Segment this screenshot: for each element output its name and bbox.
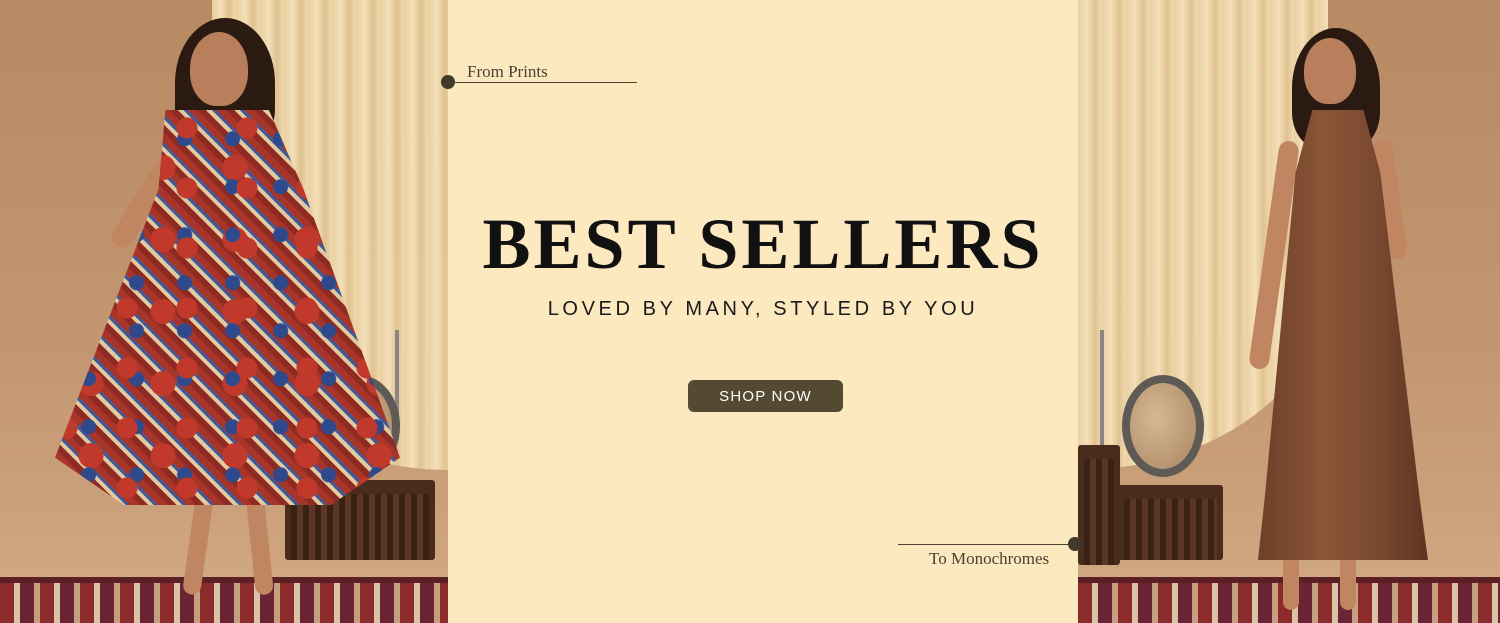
mirror <box>1122 375 1204 477</box>
banner-subtitle: LOVED BY MANY, STYLED BY YOU <box>547 298 979 320</box>
side-table <box>1118 485 1223 560</box>
center-panel: From Prints BEST SELLERS LOVED BY MANY, … <box>441 0 1082 623</box>
tag-from-prints: From Prints <box>467 62 548 81</box>
right-model-image[interactable] <box>1078 0 1500 623</box>
shop-now-button[interactable]: SHOP NOW <box>688 380 843 412</box>
tag-line-left <box>448 82 637 83</box>
carpet <box>0 577 448 623</box>
candle-stand <box>1100 330 1104 450</box>
tag-dot-right <box>1068 537 1082 551</box>
side-cabinet <box>1078 445 1120 565</box>
banner-title: BEST SELLERS <box>482 204 1044 284</box>
left-model-image[interactable] <box>0 0 448 623</box>
hero-banner[interactable]: From Prints BEST SELLERS LOVED BY MANY, … <box>0 0 1500 623</box>
tag-to-monochromes: To Monochromes <box>929 549 1050 568</box>
tag-line-right <box>898 544 1076 545</box>
